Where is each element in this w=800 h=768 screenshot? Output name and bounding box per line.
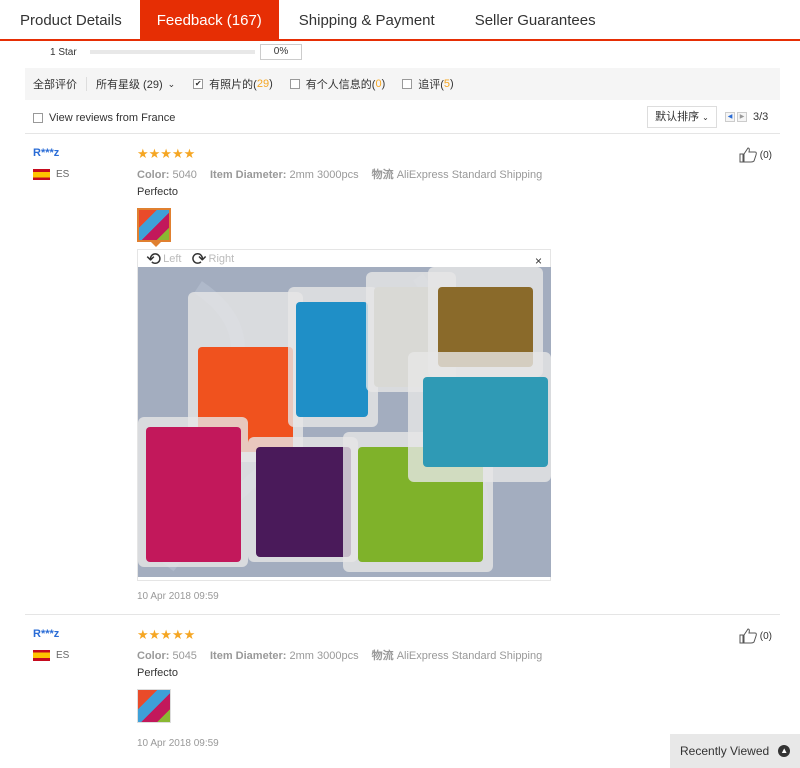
rotate-left-icon[interactable]: ⟲ <box>146 250 161 268</box>
thumbnail-pointer <box>150 241 162 247</box>
review-item: R***z ES ★★★★★ Color: 5040 Item Diameter… <box>25 145 780 615</box>
close-icon[interactable]: × <box>535 254 542 268</box>
with-info-checkbox[interactable] <box>289 79 300 89</box>
reviewer-country: ES <box>33 650 69 661</box>
review-item: R***z ES ★★★★★ Color: 5045 Item Diameter… <box>25 626 780 761</box>
rating-row-1-star: 1 Star 0% <box>50 44 302 60</box>
like-count: (0) <box>759 149 772 161</box>
color-label: Color: <box>137 650 170 662</box>
recently-viewed-label: Recently Viewed <box>680 744 770 758</box>
with-info-close: ) <box>381 78 386 90</box>
reviewer-country: ES <box>33 169 69 180</box>
tab-seller-guarantees[interactable]: Seller Guarantees <box>455 0 616 39</box>
rotate-left-label[interactable]: Left <box>163 253 181 265</box>
additional-review-checkbox[interactable] <box>402 79 413 89</box>
reviewer-name: R***z <box>33 628 60 640</box>
country-code: ES <box>56 650 70 661</box>
with-info-label: 有个人信息的( <box>305 79 376 91</box>
country-code: ES <box>56 169 70 180</box>
review-text: Perfecto <box>137 186 178 198</box>
divider <box>86 77 87 91</box>
additional-review-close: ) <box>450 78 454 90</box>
view-reviews-checkbox[interactable] <box>33 113 43 123</box>
spain-flag-icon <box>33 169 50 180</box>
star-filter-label: 所有星级 (29) <box>96 79 163 91</box>
chevron-down-icon: ⌄ <box>702 113 709 122</box>
review-date: 10 Apr 2018 09:59 <box>137 591 219 602</box>
review-photo-thumbnail[interactable] <box>137 208 171 242</box>
color-value: 5045 <box>172 650 197 662</box>
seed-beads-photo <box>138 267 551 577</box>
prev-page-button[interactable]: ◀ <box>725 112 735 122</box>
additional-review-filter[interactable]: 追评(5) <box>402 76 454 92</box>
review-photo <box>138 267 551 577</box>
page-indicator: 3/3 <box>753 111 769 123</box>
thumbs-up-icon <box>739 628 757 644</box>
view-reviews-country[interactable]: View reviews from France <box>33 112 175 124</box>
additional-review-label: 追评( <box>418 79 444 91</box>
with-photos-close: ) <box>269 78 273 90</box>
review-date: 10 Apr 2018 09:59 <box>137 738 219 749</box>
with-photos-label: 有照片的( <box>209 79 257 91</box>
with-photos-count: 29 <box>256 78 270 90</box>
filter-bar: 全部评价 所有星级 (29) ⌄ ✔ 有照片的(29) 有个人信息的(0) 追评… <box>25 68 780 100</box>
view-options-row: View reviews from France 默认排序 ⌄ ◀ ▶ 3/3 <box>25 106 780 134</box>
star-filter-select[interactable]: 所有星级 (29) ⌄ <box>96 76 175 92</box>
color-value: 5040 <box>172 169 197 181</box>
with-info-filter[interactable]: 有个人信息的(0) <box>289 76 386 92</box>
rotate-right-label[interactable]: Right <box>209 253 235 265</box>
shipping-label: 物流 <box>371 169 394 181</box>
star-rating: ★★★★★ <box>137 627 196 642</box>
like-button[interactable]: (0) <box>738 628 772 644</box>
chevron-down-icon: ⌄ <box>167 78 176 89</box>
viewer-toolbar: ⟲ Left ⟳ Right <box>146 250 235 268</box>
sort-select[interactable]: 默认排序 ⌄ <box>647 106 717 128</box>
rating-percent: 0% <box>260 44 302 60</box>
diameter-value: 2mm 3000pcs <box>289 169 359 181</box>
product-tabs: Product Details Feedback (167) Shipping … <box>0 0 800 41</box>
diameter-label: Item Diameter: <box>210 169 287 181</box>
recently-viewed-button[interactable]: Recently Viewed ▲ <box>670 734 800 768</box>
review-text: Perfecto <box>137 667 178 679</box>
diameter-label: Item Diameter: <box>210 650 287 662</box>
thumbs-up-icon <box>739 147 757 163</box>
shipping-value: AliExpress Standard Shipping <box>396 169 543 181</box>
star-rating: ★★★★★ <box>137 146 196 161</box>
color-label: Color: <box>137 169 170 181</box>
reviewer-name: R***z <box>33 147 60 159</box>
review-attributes: Color: 5045 Item Diameter: 2mm 3000pcs 物… <box>137 647 542 663</box>
review-attributes: Color: 5040 Item Diameter: 2mm 3000pcs 物… <box>137 166 542 182</box>
spain-flag-icon <box>33 650 50 661</box>
thumbnail-image <box>138 690 170 722</box>
rotate-right-icon[interactable]: ⟳ <box>191 250 206 268</box>
shipping-label: 物流 <box>371 650 394 662</box>
rating-label: 1 Star <box>50 46 77 58</box>
pagination: ◀ ▶ 3/3 <box>725 111 768 123</box>
with-photos-checkbox[interactable]: ✔ <box>193 79 204 89</box>
review-photo-thumbnail[interactable] <box>137 689 171 723</box>
tab-feedback[interactable]: Feedback (167) <box>139 0 279 39</box>
next-page-button[interactable]: ▶ <box>737 112 747 122</box>
with-photos-filter[interactable]: ✔ 有照片的(29) <box>193 76 273 92</box>
tab-shipping-payment[interactable]: Shipping & Payment <box>279 0 455 39</box>
tab-product-details[interactable]: Product Details <box>0 0 140 39</box>
filter-all-reviews[interactable]: 全部评价 <box>33 76 77 92</box>
chevron-up-icon: ▲ <box>778 745 791 757</box>
rating-bar <box>90 50 255 54</box>
like-button[interactable]: (0) <box>738 147 772 163</box>
view-reviews-label: View reviews from France <box>49 112 176 124</box>
diameter-value: 2mm 3000pcs <box>289 650 359 662</box>
like-count: (0) <box>759 630 772 642</box>
sort-label: 默认排序 <box>655 111 700 123</box>
photo-viewer: ⟲ Left ⟳ Right × <box>137 249 551 581</box>
thumbnail-image <box>139 210 169 240</box>
shipping-value: AliExpress Standard Shipping <box>396 650 543 662</box>
